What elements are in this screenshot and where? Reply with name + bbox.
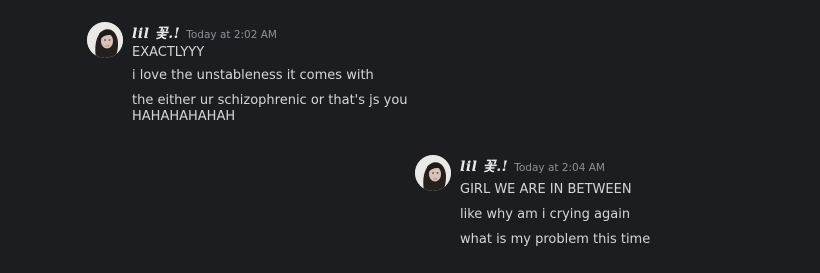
- chat-view: { "messages": [ { "username": "lil 꽃.!",…: [0, 0, 820, 273]
- message-header: lil 꽃.! Today at 2:02 AM: [132, 24, 277, 44]
- message-header: lil 꽃.! Today at 2:04 AM: [460, 157, 605, 177]
- message-text: like why am i crying again: [460, 207, 631, 222]
- avatar[interactable]: [87, 22, 123, 58]
- avatar-photo-icon: [415, 155, 451, 191]
- username[interactable]: lil 꽃.!: [132, 26, 180, 42]
- username[interactable]: lil 꽃.!: [460, 159, 508, 175]
- timestamp: Today at 2:04 AM: [514, 162, 605, 174]
- message-text: EXACTLYYY: [132, 45, 205, 60]
- avatar-photo-icon: [87, 22, 123, 58]
- avatar[interactable]: [415, 155, 451, 191]
- message-text: what is my problem this time: [460, 232, 651, 247]
- message-text: the either ur schizophrenic or that's js…: [132, 93, 408, 108]
- message-text: GIRL WE ARE IN BETWEEN: [460, 182, 632, 197]
- timestamp: Today at 2:02 AM: [186, 29, 277, 41]
- message-text: HAHAHAHAHAH: [132, 109, 236, 124]
- message-text: i love the unstableness it comes with: [132, 68, 374, 83]
